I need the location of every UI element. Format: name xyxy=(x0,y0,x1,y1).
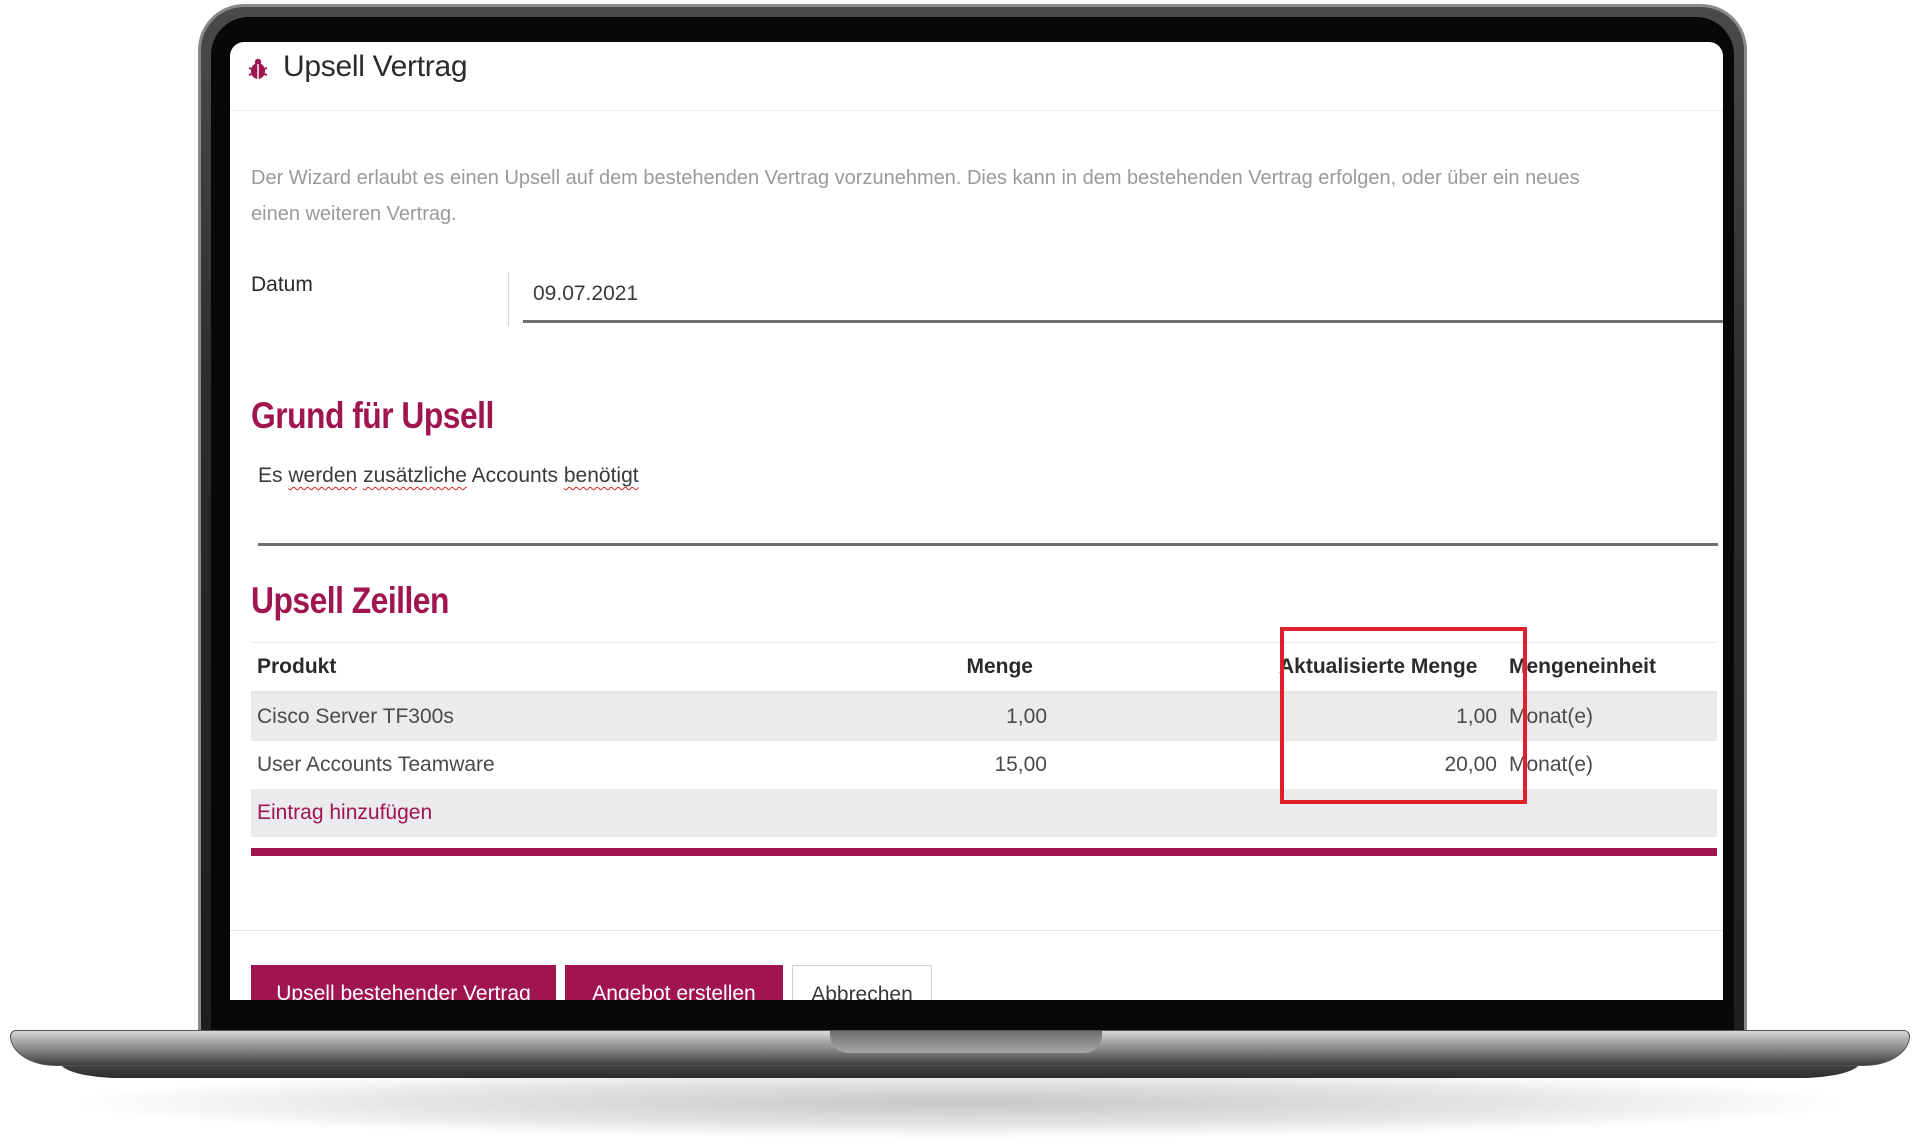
footer-separator xyxy=(230,930,1723,931)
cell-spacer xyxy=(1053,740,1273,789)
column-header-spacer xyxy=(1053,642,1273,694)
table-header-row: Produkt Menge Aktualisierte Menge Mengen… xyxy=(251,642,1717,694)
ladybug-icon xyxy=(245,56,271,82)
section-divider-accent xyxy=(251,848,1717,856)
wizard-description-line-1: Der Wizard erlaubt es einen Upsell auf d… xyxy=(251,167,1580,189)
reason-text-part: Accounts xyxy=(466,464,564,487)
cell-quantity[interactable]: 1,00 xyxy=(831,692,1053,741)
reason-text-part-misspelled: benötigt xyxy=(563,464,639,487)
create-offer-button[interactable]: Angebot erstellen xyxy=(565,965,783,1000)
cell-quantity[interactable]: 15,00 xyxy=(831,740,1053,789)
date-field-separator xyxy=(508,272,509,326)
reason-textarea[interactable]: Es werden zusätzliche Accounts benötigt xyxy=(258,464,1718,546)
laptop-opening-notch xyxy=(830,1031,1102,1053)
cell-unit[interactable]: Monat(e) xyxy=(1503,692,1717,741)
app-screen: Upsell Vertrag Der Wizard erlaubt es ein… xyxy=(230,42,1723,1000)
cell-updated-quantity[interactable]: 1,00 xyxy=(1273,692,1503,741)
cell-product[interactable]: Cisco Server TF300s xyxy=(251,692,831,741)
add-entry-cell: Eintrag hinzufügen xyxy=(251,788,1717,837)
laptop-shadow xyxy=(80,1068,1840,1138)
column-header-quantity[interactable]: Menge xyxy=(831,642,1053,694)
upsell-lines-heading: Upsell Zeillen xyxy=(251,580,449,621)
reason-heading: Grund für Upsell xyxy=(251,395,494,436)
table-row[interactable]: Cisco Server TF300s 1,00 1,00 Monat(e) xyxy=(251,692,1717,741)
dialog-title: Upsell Vertrag xyxy=(283,50,468,83)
reason-text-part-misspelled: zusätzliche xyxy=(363,464,467,487)
add-entry-link[interactable]: Eintrag hinzufügen xyxy=(257,801,432,824)
upsell-lines-table: Produkt Menge Aktualisierte Menge Mengen… xyxy=(251,642,1717,837)
reason-text-part: Es xyxy=(258,464,289,487)
wizard-description-line-2: einen weiteren Vertrag. xyxy=(251,203,457,225)
column-header-updated-quantity[interactable]: Aktualisierte Menge xyxy=(1273,642,1503,694)
reason-text-part-misspelled: werden xyxy=(288,464,358,487)
cell-product[interactable]: User Accounts Teamware xyxy=(251,740,831,789)
cell-unit[interactable]: Monat(e) xyxy=(1503,740,1717,789)
wizard-description: Der Wizard erlaubt es einen Upsell auf d… xyxy=(251,160,1711,232)
column-header-product[interactable]: Produkt xyxy=(251,642,831,694)
cancel-button[interactable]: Abbrechen xyxy=(792,965,932,1000)
dialog-titlebar: Upsell Vertrag xyxy=(230,42,1723,111)
column-header-unit[interactable]: Mengeneinheit xyxy=(1503,642,1717,694)
add-entry-row: Eintrag hinzufügen xyxy=(251,788,1717,837)
cell-updated-quantity[interactable]: 20,00 xyxy=(1273,740,1503,789)
upsell-existing-contract-button[interactable]: Upsell bestehender Vertrag xyxy=(251,965,556,1000)
date-label: Datum xyxy=(251,273,313,296)
table-row[interactable]: User Accounts Teamware 15,00 20,00 Monat… xyxy=(251,740,1717,789)
cell-spacer xyxy=(1053,692,1273,741)
date-input[interactable] xyxy=(523,267,1723,323)
